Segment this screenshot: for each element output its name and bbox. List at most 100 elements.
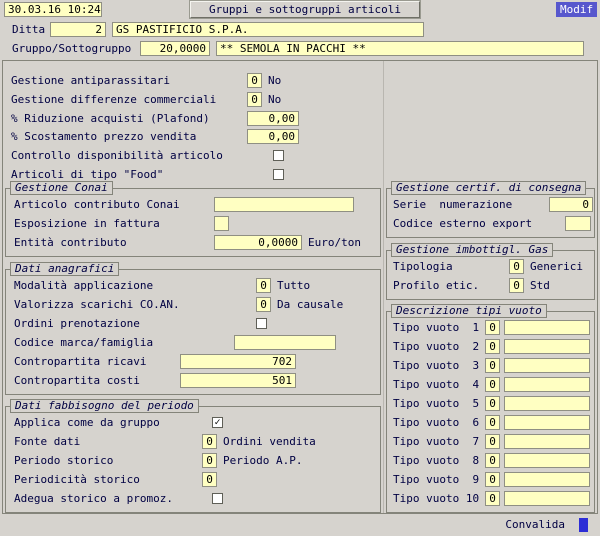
tipo-vuoto-row: Tipo vuoto 9 0 [387, 470, 594, 489]
contropartita-costi-field[interactable]: 501 [180, 373, 296, 388]
tipo-vuoto-label: Tipo vuoto 3 [393, 359, 481, 372]
tipo-vuoto-desc-field[interactable] [504, 453, 590, 468]
tipo-vuoto-desc-field[interactable] [504, 415, 590, 430]
valorizza-scarichi-field[interactable]: 0 [256, 297, 271, 312]
fonte-dati-field[interactable]: 0 [202, 434, 217, 449]
tipo-vuoto-desc-field[interactable] [504, 434, 590, 449]
profilo-etic-field[interactable]: 0 [509, 278, 524, 293]
scostamento-field[interactable]: 0,00 [247, 129, 299, 144]
tipo-vuoto-desc-field[interactable] [504, 396, 590, 411]
tipo-vuoto-desc-field[interactable] [504, 339, 590, 354]
antiparassitari-field[interactable]: 0 [247, 73, 262, 88]
differenze-field[interactable]: 0 [247, 92, 262, 107]
tipo-vuoto-row: Tipo vuoto 10 0 [387, 489, 594, 508]
periodicita-storico-field[interactable]: 0 [202, 472, 217, 487]
tipo-vuoto-code-field[interactable]: 0 [485, 491, 500, 506]
tipo-vuoto-code-field[interactable]: 0 [485, 320, 500, 335]
tipo-vuoto-row: Tipo vuoto 6 0 [387, 413, 594, 432]
riduzione-field[interactable]: 0,00 [247, 111, 299, 126]
tipo-vuoto-desc-field[interactable] [504, 472, 590, 487]
tipo-vuoto-code-field[interactable]: 0 [485, 339, 500, 354]
modalita-applicazione-field[interactable]: 0 [256, 278, 271, 293]
antiparassitari-label: Gestione antiparassitari [11, 74, 243, 87]
ditta-label: Ditta [12, 23, 46, 36]
adegua-storico-checkbox[interactable] [212, 493, 223, 504]
tipo-vuoto-desc-field[interactable] [504, 358, 590, 373]
articolo-conai-field[interactable] [214, 197, 354, 212]
modalita-applicazione-label: Modalità applicazione [14, 279, 252, 292]
contropartita-ricavi-field[interactable]: 702 [180, 354, 296, 369]
ordini-prenotazione-label: Ordini prenotazione [14, 317, 252, 330]
serie-numerazione-field[interactable]: 0 [549, 197, 593, 212]
tipo-vuoto-code-field[interactable]: 0 [485, 358, 500, 373]
tipo-vuoto-desc-field[interactable] [504, 491, 590, 506]
gruppo-name-field[interactable]: ** SEMOLA IN PACCHI ** [216, 41, 584, 56]
tipo-vuoto-desc-field[interactable] [504, 377, 590, 392]
entita-contributo-field[interactable]: 0,0000 [214, 235, 302, 250]
section-title: Dati anagrafici [10, 262, 119, 276]
convalida-button[interactable]: Convalida [505, 518, 565, 531]
tipo-vuoto-code-field[interactable]: 0 [485, 453, 500, 468]
mode-badge[interactable]: Modif [556, 2, 597, 17]
tipo-vuoto-row: Tipo vuoto 5 0 [387, 394, 594, 413]
riduzione-label: % Riduzione acquisti (Plafond) [11, 112, 243, 125]
profilo-etic-label: Profilo etic. [393, 279, 505, 292]
entita-contributo-unit: Euro/ton [308, 236, 361, 249]
form-row: % Scostamento prezzo vendita 0,00 [3, 127, 383, 146]
form-row: Serie numerazione 0 [387, 195, 594, 214]
tipo-vuoto-code-field[interactable]: 0 [485, 396, 500, 411]
tipo-vuoto-code-field[interactable]: 0 [485, 434, 500, 449]
form-row: Fonte dati 0 Ordini vendita [6, 432, 380, 451]
section-title: Gestione Conai [10, 181, 113, 195]
controllo-disponibilita-checkbox[interactable] [273, 150, 284, 161]
form-row: Entità contributo 0,0000 Euro/ton [6, 233, 380, 252]
tipo-vuoto-row: Tipo vuoto 8 0 [387, 451, 594, 470]
ordini-prenotazione-checkbox[interactable] [256, 318, 267, 329]
form-row: % Riduzione acquisti (Plafond) 0,00 [3, 109, 383, 128]
tipologia-label: Tipologia [393, 260, 505, 273]
esposizione-fattura-field[interactable] [214, 216, 229, 231]
tipo-vuoto-label: Tipo vuoto 2 [393, 340, 481, 353]
tipo-vuoto-row: Tipo vuoto 4 0 [387, 375, 594, 394]
codice-export-label: Codice esterno export [393, 217, 561, 230]
serie-numerazione-label: Serie numerazione [393, 198, 545, 211]
tipo-vuoto-code-field[interactable]: 0 [485, 377, 500, 392]
form-row: Esposizione in fattura [6, 214, 380, 233]
tipo-vuoto-label: Tipo vuoto 5 [393, 397, 481, 410]
spacer [384, 61, 597, 188]
tipologia-field[interactable]: 0 [509, 259, 524, 274]
screen-title-button[interactable]: Gruppi e sottogruppi articoli [190, 1, 420, 18]
applica-gruppo-checkbox[interactable]: ✓ [212, 417, 223, 428]
tipo-vuoto-label: Tipo vuoto 9 [393, 473, 481, 486]
main-form-area: Gestione antiparassitari 0 No Gestione d… [2, 60, 598, 514]
tipo-vuoto-label: Tipo vuoto 8 [393, 454, 481, 467]
adegua-storico-label: Adegua storico a promoz. [14, 492, 208, 505]
entita-contributo-label: Entità contributo [14, 236, 210, 249]
section-title: Descrizione tipi vuoto [391, 304, 547, 318]
ditta-code-field[interactable]: 2 [50, 22, 106, 37]
tipo-vuoto-label: Tipo vuoto 6 [393, 416, 481, 429]
codice-export-field[interactable] [565, 216, 591, 231]
gruppo-code-field[interactable]: 20,0000 [140, 41, 210, 56]
form-row: Adegua storico a promoz. [6, 489, 380, 508]
tipo-vuoto-desc-field[interactable] [504, 320, 590, 335]
periodicita-storico-label: Periodicità storico [14, 473, 198, 486]
codice-marca-field[interactable] [234, 335, 336, 350]
applica-gruppo-label: Applica come da gruppo [14, 416, 208, 429]
text-cursor [579, 518, 588, 532]
articoli-food-checkbox[interactable] [273, 169, 284, 180]
section-dati-anagrafici: Dati anagrafici Modalità applicazione 0 … [5, 269, 381, 395]
periodo-storico-desc: Periodo A.P. [223, 454, 302, 467]
periodo-storico-field[interactable]: 0 [202, 453, 217, 468]
form-row: Modalità applicazione 0 Tutto [6, 276, 380, 295]
ditta-name-field[interactable]: GS PASTIFICIO S.P.A. [112, 22, 424, 37]
tipo-vuoto-code-field[interactable]: 0 [485, 472, 500, 487]
tipo-vuoto-label: Tipo vuoto 7 [393, 435, 481, 448]
footer: Convalida [505, 517, 588, 532]
differenze-label: Gestione differenze commerciali [11, 93, 243, 106]
articoli-food-label: Articoli di tipo "Food" [11, 168, 269, 181]
esposizione-fattura-label: Esposizione in fattura [14, 217, 210, 230]
form-row: Periodicità storico 0 [6, 470, 380, 489]
tipo-vuoto-code-field[interactable]: 0 [485, 415, 500, 430]
section-title: Gestione imbottigl. Gas [391, 243, 553, 257]
